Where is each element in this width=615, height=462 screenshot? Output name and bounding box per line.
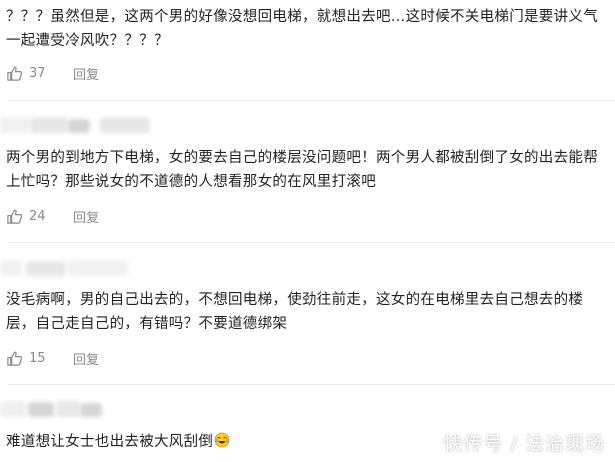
comment-text: 两个男的到地方下电梯，女的要去自己的楼层没问题吧！两个男人都被刮倒了女的出去能帮… bbox=[6, 150, 598, 190]
reply-button[interactable]: 回复 bbox=[73, 349, 99, 368]
comment-actions: 24 回复 bbox=[6, 206, 99, 226]
like-count: 15 bbox=[29, 350, 46, 366]
reply-button[interactable]: 回复 bbox=[73, 207, 99, 226]
like-count: 24 bbox=[29, 208, 46, 224]
reply-button[interactable]: 回复 bbox=[73, 64, 99, 83]
redacted-username bbox=[0, 113, 615, 137]
like-count: 37 bbox=[29, 65, 46, 81]
comment-text: 没毛病啊，男的自己出去的，不想回电梯，使劲往前走，这女的在电梯里去自己想去的楼层… bbox=[6, 292, 584, 332]
redacted-username bbox=[0, 256, 615, 280]
comment-actions: 15 回复 bbox=[6, 348, 99, 368]
laughing-crying-emoji-icon bbox=[214, 432, 230, 448]
thumbs-up-icon bbox=[7, 351, 23, 366]
divider bbox=[8, 384, 615, 385]
like-button[interactable]: 15 bbox=[6, 350, 59, 367]
redacted-username bbox=[0, 397, 615, 421]
comment-text: 难道想让女士也出去被大风刮倒 bbox=[6, 434, 214, 450]
thumbs-up-icon bbox=[7, 209, 23, 224]
thumbs-up-icon bbox=[7, 66, 23, 81]
comment-list: ？？？虽然但是，这两个男的好像没想回电梯，就想出去吧…这时候不关电梯门是要讲义气… bbox=[0, 0, 615, 462]
like-button[interactable]: 37 bbox=[6, 65, 59, 82]
watermark: 快传号 / 法治现场 bbox=[443, 433, 605, 455]
comment-text: ？？？虽然但是，这两个男的好像没想回电梯，就想出去吧…这时候不关电梯门是要讲义气… bbox=[6, 9, 598, 49]
comment-actions: 37 回复 bbox=[6, 63, 99, 83]
divider bbox=[8, 242, 615, 243]
like-button[interactable]: 24 bbox=[6, 208, 59, 225]
divider bbox=[8, 100, 615, 101]
